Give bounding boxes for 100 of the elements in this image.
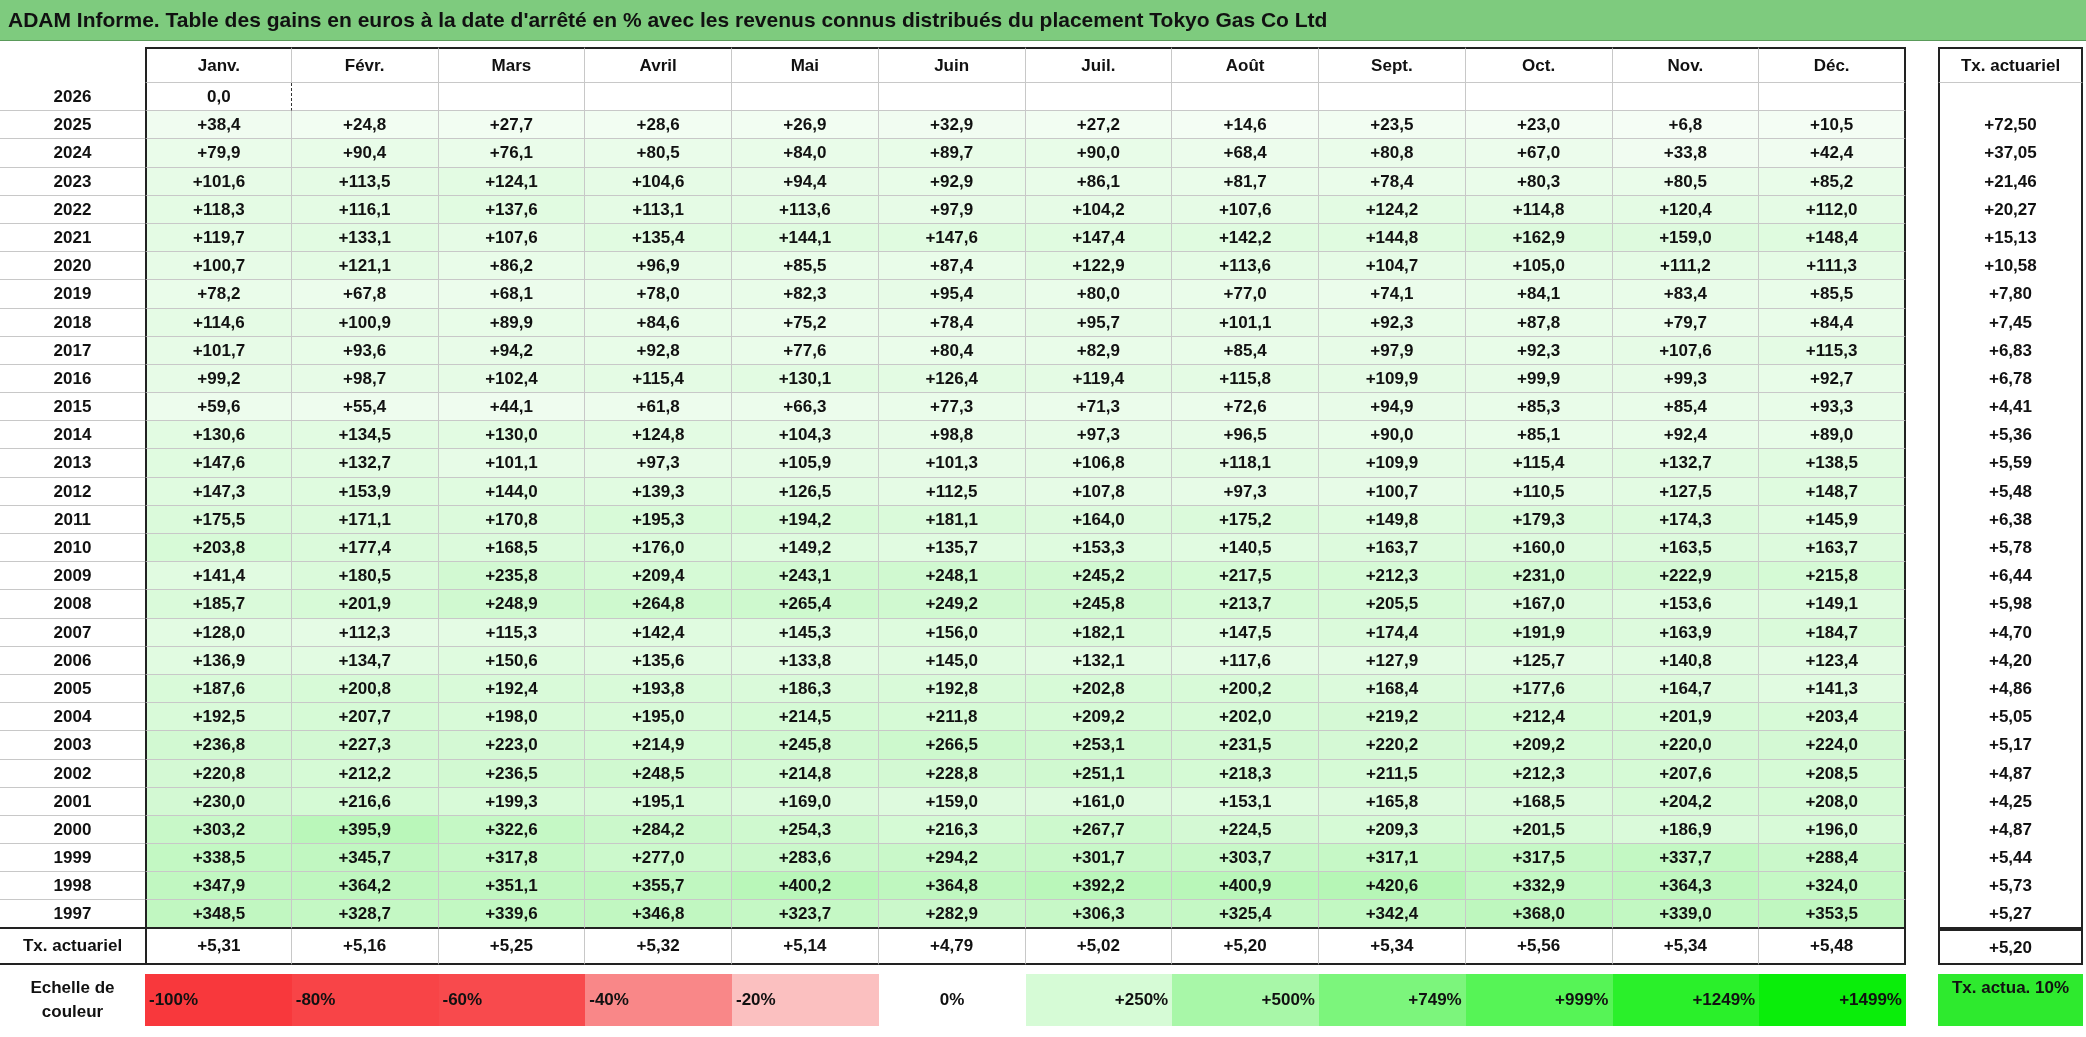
table-cell: +55,4 [291,393,439,422]
scale-step: +749% [1319,973,1466,1026]
table-cell: +132,7 [1612,449,1760,478]
table-cell: +134,7 [291,646,439,675]
table-cell: +208,0 [1759,787,1906,816]
table-cell: +142,4 [585,618,732,647]
table-cell: +317,1 [1319,844,1466,873]
table-cell: +128,0 [145,618,292,647]
table-cell: +124,2 [1319,195,1466,224]
table-cell: +214,8 [732,759,879,788]
table-cell: +181,1 [878,505,1026,534]
table-cell: +167,0 [1465,590,1613,619]
table-cell: +85,5 [732,252,879,281]
table-cell: +86,2 [438,252,586,281]
table-cell: +368,0 [1465,900,1613,929]
table-cell: +112,5 [878,477,1026,506]
table-cell: +15,13 [1938,223,2083,253]
table-cell: +78,2 [145,280,292,309]
table-cell: +150,6 [438,646,586,675]
table-cell: +200,8 [291,674,439,704]
table-cell: +99,3 [1612,364,1760,394]
table-cell: +94,9 [1319,393,1466,422]
table-cell: +245,2 [1025,562,1173,591]
report-title: ADAM Informe. Table des gains en euros à la date d'arrêté en % avec les revenus connus distribués du placement Tokyo Gas Co Ltd [0,0,2086,41]
table-cell: +77,3 [878,393,1026,422]
table-cell: +219,2 [1319,703,1466,732]
table-cell: +138,5 [1759,449,1906,478]
table-cell: +107,6 [438,223,586,253]
table-cell: +201,9 [291,590,439,619]
table-cell: +175,5 [145,505,292,534]
table-cell: +202,0 [1172,703,1319,732]
table-cell: 0,0 [145,83,292,112]
table-cell: +165,8 [1319,787,1466,816]
table-cell: +97,3 [1172,477,1319,506]
table-cell: +201,5 [1465,815,1613,845]
table-cell: +107,8 [1025,477,1173,506]
table-cell: +145,0 [878,646,1026,675]
table-cell: +264,8 [585,590,732,619]
table-cell: +5,31 [145,928,292,965]
table-cell: +101,1 [1172,308,1319,337]
table-cell: +147,3 [145,477,292,506]
table-cell: +169,0 [732,787,879,816]
table-cell: +5,25 [438,928,586,965]
table-cell: +187,6 [145,674,292,704]
table-cell: +5,34 [1319,928,1466,965]
table-cell: +145,9 [1759,505,1906,534]
table-cell: +89,0 [1759,421,1906,450]
table-cell: +201,9 [1612,703,1760,732]
table-cell: +119,7 [145,223,292,253]
table-cell: +253,1 [1025,731,1173,760]
table-cell: +126,4 [878,364,1026,394]
table-cell: +364,2 [291,872,439,901]
table-cell: +97,9 [878,195,1026,224]
table-cell: +211,8 [878,703,1026,732]
table-cell: +322,6 [438,815,586,845]
table-cell: +224,0 [1759,731,1906,760]
table-cell: +5,20 [1938,928,2083,965]
table-cell: +198,0 [438,703,586,732]
table-cell: +6,38 [1938,505,2083,534]
table-cell: +5,98 [1938,590,2083,619]
column-header: Tx. actuariel [1938,47,2083,83]
table-cell: +4,41 [1938,393,2083,422]
table-cell: +92,9 [878,167,1026,196]
table-cell: +113,6 [732,195,879,224]
table-cell: +71,3 [1025,393,1173,422]
table-cell: +345,7 [291,844,439,873]
table-cell: +212,3 [1319,562,1466,591]
table-cell: +204,2 [1612,787,1760,816]
table-cell: +109,9 [1319,364,1466,394]
table-cell: +265,4 [732,590,879,619]
table-cell: +220,0 [1612,731,1760,760]
table-cell: +195,1 [585,787,732,816]
table-cell: +153,6 [1612,590,1760,619]
table-cell: +144,8 [1319,223,1466,253]
table-cell: +5,48 [1759,928,1906,965]
scale-step: +1499% [1759,973,1906,1026]
table-cell: +182,1 [1025,618,1173,647]
table-cell: +135,6 [585,646,732,675]
table-cell: +196,0 [1759,815,1906,845]
table-cell: +177,6 [1465,674,1613,704]
table-cell: +136,9 [145,646,292,675]
table-cell: +80,5 [585,139,732,168]
scale-step: +999% [1465,973,1613,1026]
table-cell: +140,5 [1172,534,1319,563]
table-cell: +153,3 [1025,534,1173,563]
table-cell: +195,3 [585,505,732,534]
table-cell: +209,4 [585,562,732,591]
table-cell: +21,46 [1938,167,2083,196]
table-cell: +104,7 [1319,252,1466,281]
table-cell: +177,4 [291,534,439,563]
table-cell: +5,32 [585,928,732,965]
table-cell: +147,6 [145,449,292,478]
table-cell: +104,2 [1025,195,1173,224]
table-cell: +218,3 [1172,759,1319,788]
table-cell: +97,3 [1025,421,1173,450]
table-cell: +277,0 [585,844,732,873]
table-cell: +159,0 [878,787,1026,816]
table-cell: +107,6 [1612,336,1760,365]
table-cell: +85,3 [1465,393,1613,422]
table-cell: +140,8 [1612,646,1760,675]
